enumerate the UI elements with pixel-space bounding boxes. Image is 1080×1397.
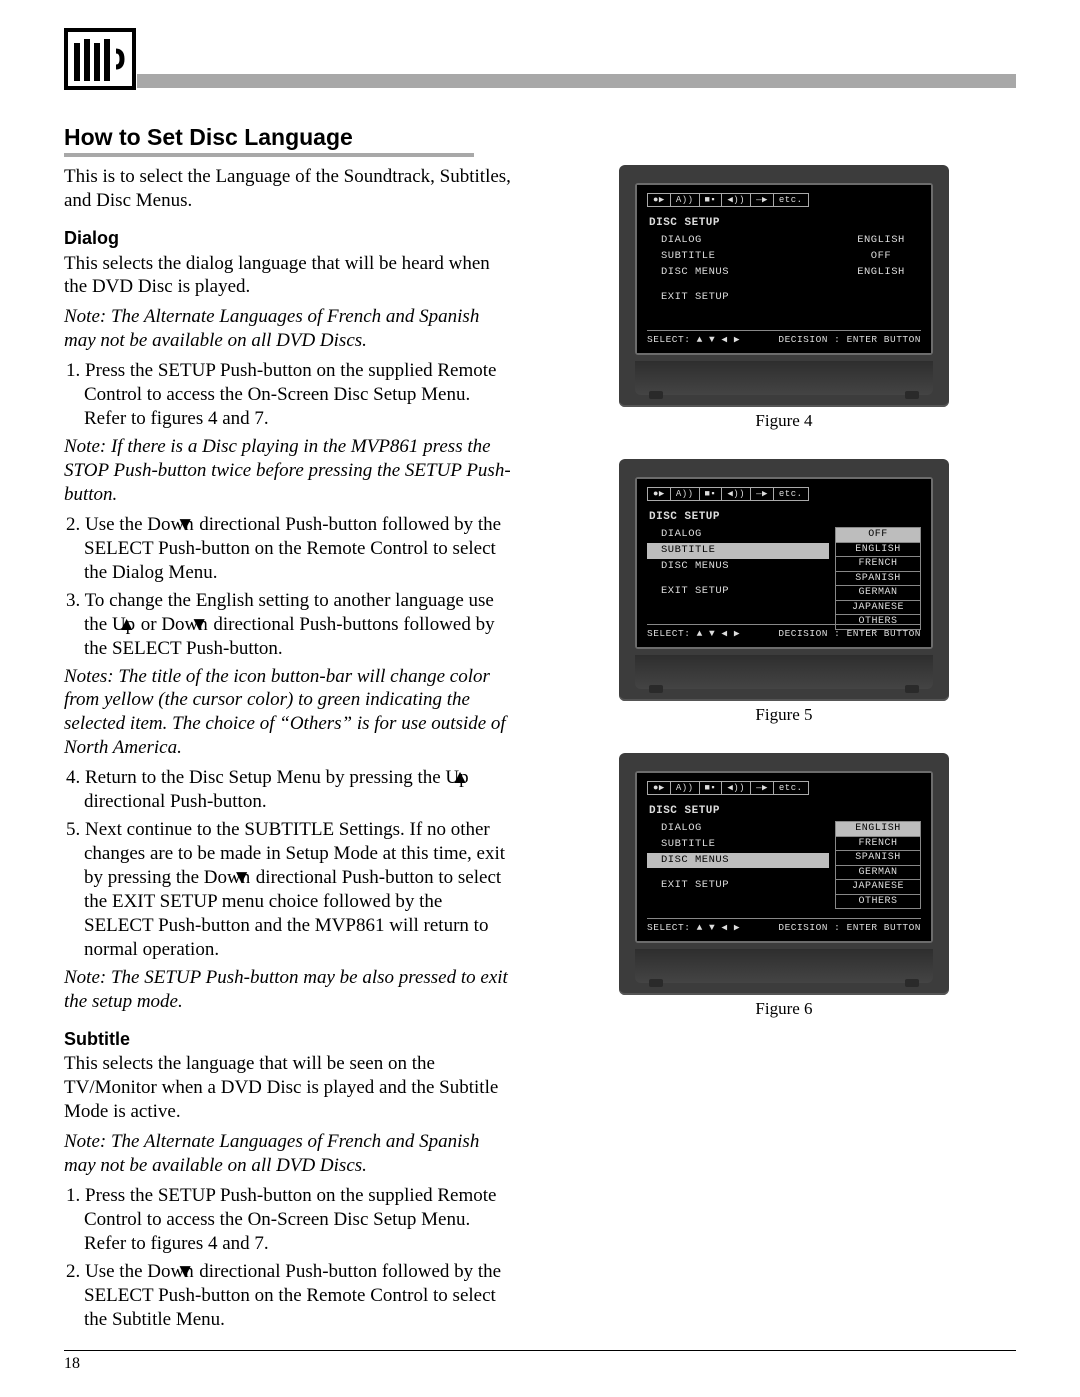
option-highlighted: OFF bbox=[835, 527, 921, 543]
section-title: How to Set Disc Language bbox=[64, 124, 1016, 151]
figure-5: ●▶ A)) ■▪ ◀)) —▶ etc. DISC SETUP DIALOG bbox=[552, 459, 1016, 725]
screen-title: DISC SETUP bbox=[649, 805, 921, 817]
menu-row: SUBTITLEOFF bbox=[647, 249, 921, 265]
menu-row-highlighted: SUBTITLE bbox=[647, 543, 829, 559]
section-rule bbox=[64, 153, 474, 157]
exit-row: EXIT SETUP bbox=[647, 290, 921, 306]
exit-row: EXIT SETUP bbox=[647, 878, 829, 894]
figure-6: ●▶ A)) ■▪ ◀)) —▶ etc. DISC SETUP DIALOG bbox=[552, 753, 1016, 1019]
dialog-step-4: 4. Return to the Disc Setup Menu by pres… bbox=[84, 766, 512, 814]
subtitle-note-1: Note: The Alternate Languages of French … bbox=[64, 1130, 512, 1178]
up-triangle-icon: ▲ bbox=[469, 766, 470, 790]
option: JAPANESE bbox=[835, 880, 921, 895]
figure-5-screen: ●▶ A)) ■▪ ◀)) —▶ etc. DISC SETUP DIALOG bbox=[637, 479, 931, 647]
dialog-step-5: 5. Next continue to the SUBTITLE Setting… bbox=[84, 818, 512, 962]
options-list: ENGLISH FRENCH SPANISH GERMAN JAPANESE O… bbox=[835, 821, 921, 909]
option: ENGLISH bbox=[835, 543, 921, 558]
brand-logo bbox=[64, 28, 136, 90]
icon-bar: ●▶ A)) ■▪ ◀)) —▶ etc. bbox=[647, 487, 809, 501]
page-number: 18 bbox=[64, 1355, 80, 1373]
tv-base bbox=[635, 655, 933, 689]
subtitle-step-1: 1. Press the SETUP Push-button on the su… bbox=[84, 1184, 512, 1256]
icon-bar: ●▶ A)) ■▪ ◀)) —▶ etc. bbox=[647, 193, 809, 207]
option: SPANISH bbox=[835, 851, 921, 866]
dialog-note-4: Note: The SETUP Push-button may be also … bbox=[64, 966, 512, 1014]
icon-bar: ●▶ A)) ■▪ ◀)) —▶ etc. bbox=[647, 781, 809, 795]
dialog-heading: Dialog bbox=[64, 227, 512, 250]
exit-row: EXIT SETUP bbox=[647, 584, 829, 600]
option: GERMAN bbox=[835, 586, 921, 601]
figure-6-screen: ●▶ A)) ■▪ ◀)) —▶ etc. DISC SETUP DIALOG bbox=[637, 773, 931, 941]
dialog-note-1: Note: The Alternate Languages of French … bbox=[64, 305, 512, 353]
figure-4-screen: ●▶ A)) ■▪ ◀)) —▶ etc. DISC SETUP DIALOGE… bbox=[637, 185, 931, 353]
figure-4: ●▶ A)) ■▪ ◀)) —▶ etc. DISC SETUP DIALOGE… bbox=[552, 165, 1016, 431]
header-rule bbox=[137, 74, 1016, 88]
header bbox=[64, 28, 1016, 90]
option: FRENCH bbox=[835, 837, 921, 852]
figure-4-caption: Figure 4 bbox=[552, 411, 1016, 431]
options-list: OFF ENGLISH FRENCH SPANISH GERMAN JAPANE… bbox=[835, 527, 921, 630]
option: SPANISH bbox=[835, 572, 921, 587]
option: OTHERS bbox=[835, 895, 921, 910]
menu-row: DIALOG bbox=[647, 821, 829, 837]
subtitle-step-2: 2. Use the Down▼ directional Push-button… bbox=[84, 1260, 512, 1332]
dialog-step-1: 1. Press the SETUP Push-button on the su… bbox=[84, 359, 512, 431]
subtitle-lead: This selects the language that will be s… bbox=[64, 1052, 512, 1124]
menu-row: DIALOG bbox=[647, 527, 829, 543]
menu-row: DIALOGENGLISH bbox=[647, 233, 921, 249]
tv-base bbox=[635, 361, 933, 395]
tv-base bbox=[635, 949, 933, 983]
figure-6-caption: Figure 6 bbox=[552, 999, 1016, 1019]
dialog-note-2: Note: If there is a Disc playing in the … bbox=[64, 435, 512, 507]
menu-row-highlighted: DISC MENUS bbox=[647, 853, 829, 869]
right-column: ●▶ A)) ■▪ ◀)) —▶ etc. DISC SETUP DIALOGE… bbox=[552, 165, 1016, 1336]
menu-row: DISC MENUSENGLISH bbox=[647, 265, 921, 281]
option: JAPANESE bbox=[835, 601, 921, 616]
footer-rule bbox=[64, 1350, 1016, 1351]
figure-5-caption: Figure 5 bbox=[552, 705, 1016, 725]
intro-text: This is to select the Language of the So… bbox=[64, 165, 512, 213]
screen-footer: SELECT: ▲ ▼ ◀ ▶DECISION : ENTER BUTTON bbox=[647, 624, 921, 639]
screen-footer: SELECT: ▲ ▼ ◀ ▶DECISION : ENTER BUTTON bbox=[647, 330, 921, 345]
screen-title: DISC SETUP bbox=[649, 217, 921, 229]
dialog-step-2: 2. Use the Down▼ directional Push-button… bbox=[84, 513, 512, 585]
dialog-step-3: 3. To change the English setting to anot… bbox=[84, 589, 512, 661]
menu-row: SUBTITLE bbox=[647, 837, 829, 853]
menu-row: DISC MENUS bbox=[647, 559, 829, 575]
subtitle-heading: Subtitle bbox=[64, 1028, 512, 1051]
dialog-lead: This selects the dialog language that wi… bbox=[64, 252, 512, 300]
option: GERMAN bbox=[835, 866, 921, 881]
screen-title: DISC SETUP bbox=[649, 511, 921, 523]
screen-footer: SELECT: ▲ ▼ ◀ ▶DECISION : ENTER BUTTON bbox=[647, 918, 921, 933]
option-highlighted: ENGLISH bbox=[835, 821, 921, 837]
left-column: This is to select the Language of the So… bbox=[64, 165, 512, 1336]
option: FRENCH bbox=[835, 557, 921, 572]
dialog-note-3: Notes: The title of the icon button-bar … bbox=[64, 665, 512, 761]
